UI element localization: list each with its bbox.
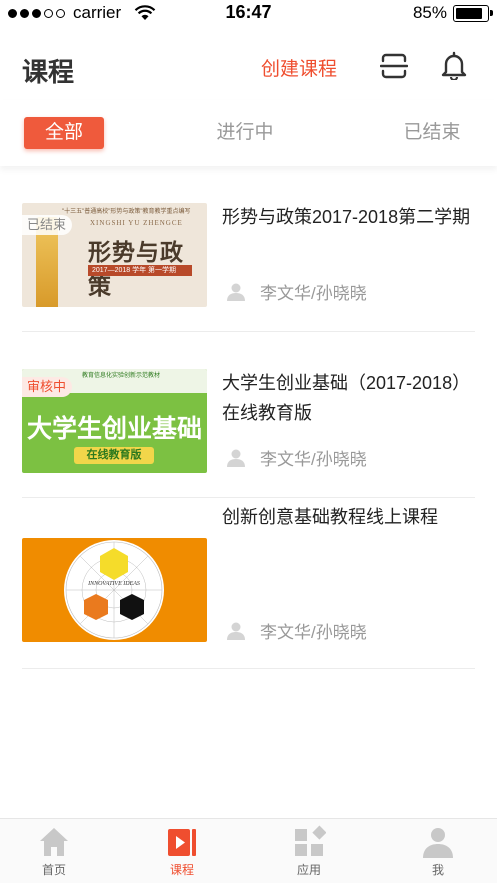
- course-teacher: 李文华/孙晓晓: [226, 279, 367, 304]
- cover-pinyin: XINGSHI YU ZHENGCE: [90, 219, 183, 227]
- course-cover: INNOVATIVE IDEAS: [22, 538, 207, 642]
- teacher-names: 李文华/孙晓晓: [260, 284, 367, 303]
- divider: [22, 497, 475, 498]
- course-title: 大学生创业基础（2017-2018）在线教育版: [222, 373, 471, 423]
- status-badge: 已结束: [22, 215, 73, 235]
- course-item[interactable]: "十三五"普通高校"形势与政策"教育教学重点编写 XINGSHI YU ZHEN…: [0, 166, 497, 332]
- profile-icon: [423, 828, 453, 858]
- divider: [22, 668, 475, 669]
- teacher-names: 李文华/孙晓晓: [260, 450, 367, 469]
- tabbar-apps[interactable]: 应用: [269, 825, 349, 878]
- home-icon: [40, 828, 68, 856]
- course-item[interactable]: 教育信息化实验创新示范教材 大学生创业基础 在线教育版 审核中 大学生创业基础（…: [0, 332, 497, 498]
- header: 课程 创建课程: [0, 38, 497, 98]
- course-cover: 教育信息化实验创新示范教材 大学生创业基础 在线教育版 审核中: [22, 369, 207, 473]
- page-title: 课程: [22, 57, 75, 87]
- person-icon: [227, 449, 245, 467]
- cover-term-bar: 2017—2018 学年 第一学期: [88, 265, 192, 276]
- cover-pill: 在线教育版: [74, 447, 154, 464]
- teacher-names: 李文华/孙晓晓: [260, 623, 367, 642]
- course-title: 形势与政策2017-2018第二学期: [222, 207, 471, 227]
- artwork-caption: INNOVATIVE IDEAS: [87, 581, 140, 587]
- status-badge: 审核中: [22, 377, 73, 397]
- innovative-ideas-artwork: INNOVATIVE IDEAS: [64, 540, 164, 640]
- battery-status: 85%: [412, 3, 493, 23]
- status-bar: carrier 16:47 85%: [0, 0, 497, 26]
- bell-icon[interactable]: [440, 50, 468, 80]
- tab-in-progress[interactable]: 进行中: [205, 117, 285, 149]
- course-cover: "十三五"普通高校"形势与政策"教育教学重点编写 XINGSHI YU ZHEN…: [22, 203, 207, 307]
- person-icon: [227, 283, 245, 301]
- battery-fill: [456, 7, 482, 19]
- battery-percent: 85%: [412, 3, 447, 22]
- cover-top-text: 教育信息化实验创新示范教材: [82, 373, 161, 379]
- tab-finished[interactable]: 已结束: [392, 117, 472, 149]
- course-icon: [168, 829, 196, 856]
- tabbar-label: 课程: [169, 863, 194, 877]
- cover-headline: 大学生创业基础: [26, 415, 202, 443]
- battery-icon: [453, 4, 493, 22]
- cover-top-text: "十三五"普通高校"形势与政策"教育教学重点编写: [62, 209, 191, 215]
- tabbar-label: 我: [431, 863, 444, 877]
- tabbar-course[interactable]: 课程: [142, 825, 222, 878]
- tabbar-label: 应用: [296, 863, 321, 877]
- tab-all[interactable]: 全部: [24, 117, 104, 149]
- apps-icon: [295, 825, 326, 856]
- create-course-button[interactable]: 创建课程: [261, 54, 337, 81]
- tabbar-home[interactable]: 首页: [14, 825, 94, 878]
- filter-tabs: 全部 进行中 已结束: [0, 100, 497, 166]
- course-teacher: 李文华/孙晓晓: [226, 445, 367, 470]
- scan-icon[interactable]: [380, 52, 408, 80]
- tabbar-me[interactable]: 我: [398, 825, 478, 878]
- course-title: 创新创意基础教程线上课程: [222, 507, 438, 527]
- course-item[interactable]: INNOVATIVE IDEAS 创新创意基础教程线上课程 李文华/孙晓晓: [0, 502, 497, 669]
- person-icon: [227, 622, 245, 640]
- course-teacher: 李文华/孙晓晓: [226, 618, 367, 643]
- tabbar-label: 首页: [41, 863, 66, 877]
- bottom-tab-bar: 首页 课程 应用 我: [0, 818, 497, 883]
